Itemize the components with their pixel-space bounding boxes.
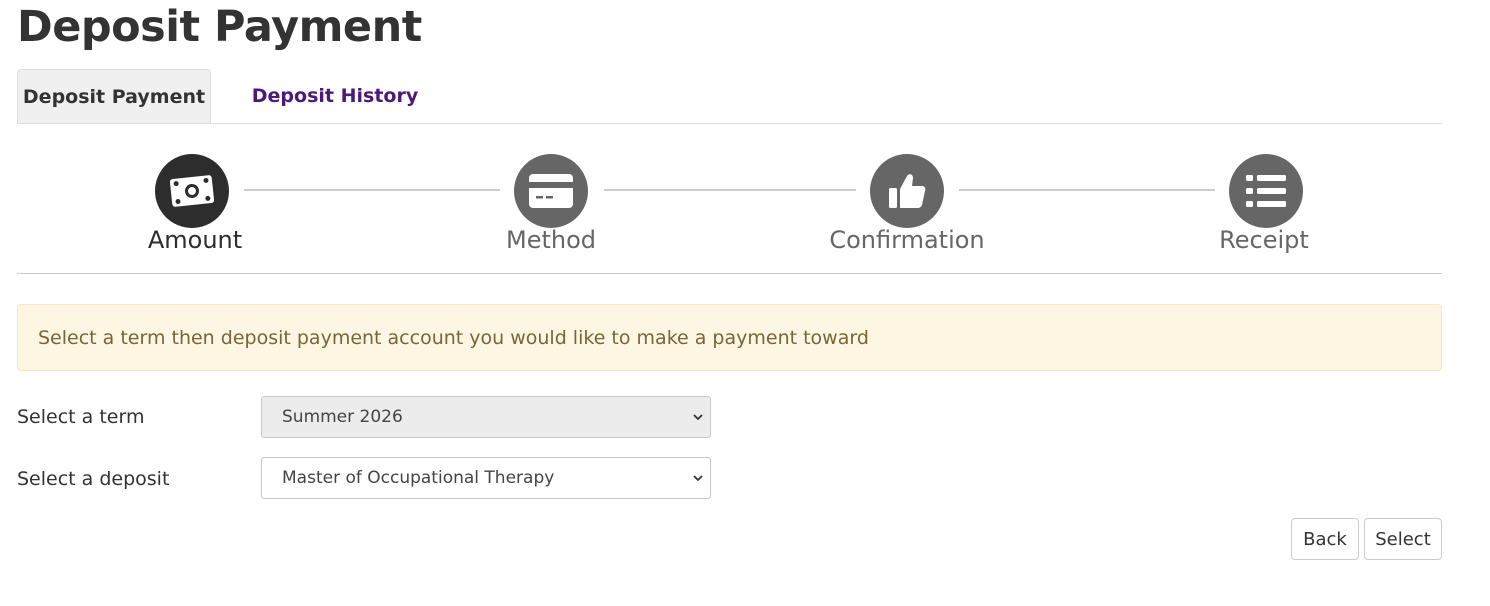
tab-bar: Deposit Payment Deposit History bbox=[17, 69, 1442, 124]
select-button[interactable]: Select bbox=[1364, 518, 1442, 560]
progress-steps: Amount Method Confirmation Receipt bbox=[17, 124, 1442, 274]
thumbs-up-icon bbox=[870, 154, 944, 228]
alert-text: Select a term then deposit payment accou… bbox=[38, 326, 869, 349]
step-label-receipt: Receipt bbox=[1219, 226, 1309, 254]
tab-deposit-payment[interactable]: Deposit Payment bbox=[17, 69, 211, 123]
step-connector bbox=[959, 189, 1215, 191]
chevron-down-icon bbox=[693, 414, 703, 421]
step-label-amount: Amount bbox=[147, 226, 243, 254]
term-select-value: Summer 2026 bbox=[282, 407, 403, 427]
chevron-down-icon bbox=[693, 475, 703, 482]
list-icon bbox=[1229, 154, 1303, 228]
term-select[interactable]: Summer 2026 bbox=[261, 396, 711, 438]
money-bill-icon bbox=[155, 154, 229, 228]
deposit-select[interactable]: Master of Occupational Therapy bbox=[261, 457, 711, 499]
info-alert: Select a term then deposit payment accou… bbox=[17, 304, 1442, 371]
back-button[interactable]: Back bbox=[1291, 518, 1359, 560]
deposit-label: Select a deposit bbox=[17, 468, 170, 490]
step-connector bbox=[604, 189, 856, 191]
page-title: Deposit Payment bbox=[17, 2, 422, 52]
step-label-confirmation: Confirmation bbox=[829, 226, 985, 254]
deposit-select-value: Master of Occupational Therapy bbox=[282, 468, 555, 488]
term-label: Select a term bbox=[17, 406, 145, 428]
credit-card-icon bbox=[514, 154, 588, 228]
tab-deposit-history[interactable]: Deposit History bbox=[231, 69, 439, 123]
step-label-method: Method bbox=[505, 226, 596, 254]
step-connector bbox=[244, 189, 500, 191]
